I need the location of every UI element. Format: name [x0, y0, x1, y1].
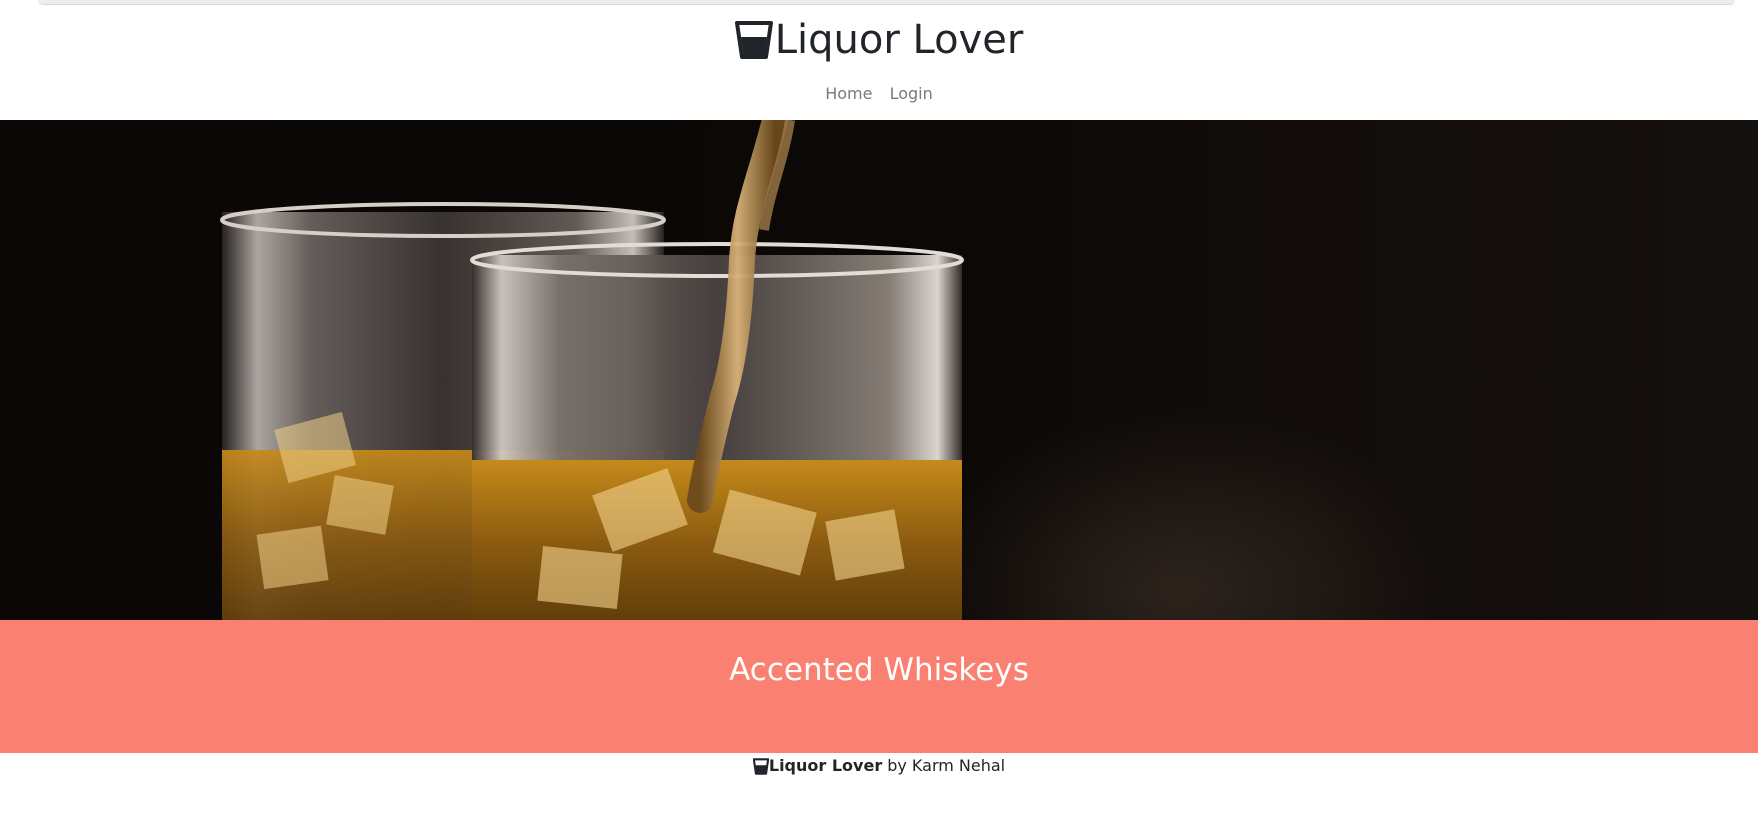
nav-home-link[interactable]: Home	[825, 84, 872, 103]
hero-image	[0, 120, 1758, 620]
footer-credit: by Karm Nehal	[887, 756, 1006, 775]
site-brand[interactable]: Liquor Lover	[0, 12, 1758, 75]
footer-brand-name: Liquor Lover	[768, 756, 883, 775]
nav-login-link[interactable]: Login	[890, 84, 933, 103]
browser-top-strip	[38, 0, 1735, 5]
site-footer: Liquor Lover by Karm Nehal	[0, 754, 1758, 782]
main-nav: Home Login	[0, 82, 1758, 106]
site-header: Liquor Lover Home Login	[0, 6, 1758, 120]
banner-title: Accented Whiskeys	[729, 652, 1029, 688]
whiskey-glasses-illustration	[220, 120, 964, 620]
brand-name: Liquor Lover	[774, 17, 1024, 63]
footer-glass-icon	[752, 757, 769, 775]
category-banner: Accented Whiskeys	[0, 620, 1758, 753]
glass-icon	[734, 21, 773, 59]
